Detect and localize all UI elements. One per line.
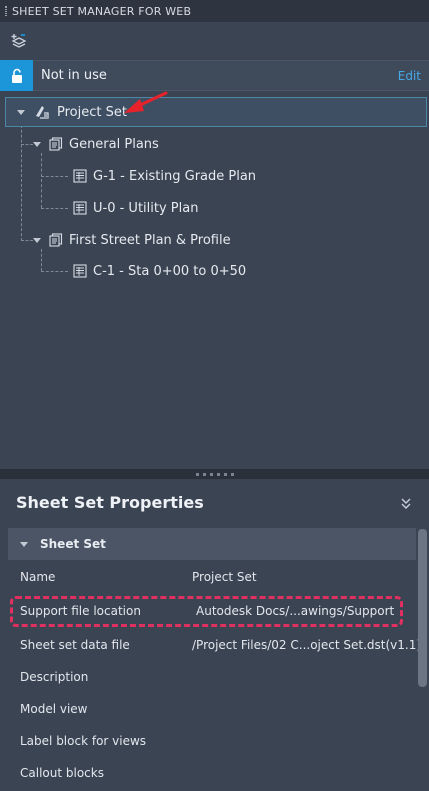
tree-connector <box>41 153 42 208</box>
property-row[interactable]: Name Project Set <box>0 561 418 593</box>
tree-sheet-g1[interactable]: G-1 - Existing Grade Plan <box>73 161 256 191</box>
subset-label: General Plans <box>69 136 159 152</box>
property-name: Description <box>20 670 89 684</box>
property-row[interactable]: Label block for views <box>0 725 418 757</box>
property-row[interactable]: Sheet set data file /Project Files/02 C.… <box>0 629 421 661</box>
sheet-label: C-1 - Sta 0+00 to 0+50 <box>93 263 247 279</box>
tree-subset-general-plans[interactable]: General Plans <box>33 129 159 159</box>
tree-connector <box>41 176 68 177</box>
property-value[interactable]: /Project Files/02 C...oject Set.dst(v1.1… <box>192 629 421 661</box>
title-bar: SHEET SET MANAGER FOR WEB <box>0 0 429 22</box>
tree-connector <box>21 115 22 241</box>
property-name: Name <box>20 570 56 584</box>
tree-connector <box>41 208 68 209</box>
subset-folder-icon <box>49 233 63 247</box>
sheet-label: G-1 - Existing Grade Plan <box>93 168 257 184</box>
sheet-set-icon <box>36 106 49 119</box>
property-value[interactable]: Autodesk Docs/...awings/Support <box>196 595 394 627</box>
properties-title: Sheet Set Properties <box>16 493 204 512</box>
expand-arrow-icon[interactable] <box>33 237 41 243</box>
property-name: Support file location <box>20 604 141 618</box>
property-name: Model view <box>20 702 88 716</box>
pointer-arrow-icon <box>124 91 168 113</box>
sheet-tree: Project Set General Plans G-1 - Existing… <box>0 91 429 469</box>
unlock-icon <box>0 60 33 91</box>
toolbar <box>0 22 429 60</box>
panel-title: SHEET SET MANAGER FOR WEB <box>12 4 192 18</box>
tree-connector <box>21 240 33 241</box>
tree-sheet-c1[interactable]: C-1 - Sta 0+00 to 0+50 <box>73 256 246 286</box>
collapse-chevrons-icon[interactable] <box>397 495 415 513</box>
property-value[interactable]: Project Set <box>192 561 257 593</box>
sheet-icon <box>73 169 87 183</box>
sheet-icon <box>73 201 87 215</box>
sheet-label: U-0 - Utility Plan <box>93 200 199 216</box>
tree-subset-first-street[interactable]: First Street Plan & Profile <box>33 225 231 255</box>
property-row[interactable]: Support file location Autodesk Docs/...a… <box>0 595 418 627</box>
tree-root-project-set[interactable]: Project Set <box>5 97 427 127</box>
section-header-sheet-set[interactable]: Sheet Set <box>8 528 416 560</box>
expand-arrow-icon[interactable] <box>33 141 41 147</box>
property-name: Callout blocks <box>20 766 104 780</box>
lock-status-bar: Not in use Edit <box>0 60 429 91</box>
expand-arrow-icon[interactable] <box>17 109 25 115</box>
section-collapse-icon[interactable] <box>20 541 28 547</box>
property-name: Sheet set data file <box>20 638 130 652</box>
new-sheet-set-icon[interactable] <box>8 30 30 52</box>
property-row[interactable]: Description <box>0 661 418 693</box>
drag-handle-icon[interactable] <box>0 0 12 22</box>
lock-status-text: Not in use <box>41 68 107 83</box>
subset-folder-icon <box>49 137 63 151</box>
property-row[interactable]: Model view <box>0 693 418 725</box>
tree-connector <box>41 271 68 272</box>
tree-root-label: Project Set <box>57 104 127 120</box>
properties-panel: Sheet Set Properties Sheet Set Name Proj… <box>0 479 429 791</box>
section-title: Sheet Set <box>40 537 106 551</box>
edit-link[interactable]: Edit <box>398 69 421 83</box>
tree-connector <box>21 144 33 145</box>
property-row[interactable]: Callout blocks <box>0 757 418 789</box>
tree-sheet-u0[interactable]: U-0 - Utility Plan <box>73 193 198 223</box>
panel-splitter[interactable] <box>0 469 429 479</box>
sheet-icon <box>73 264 87 278</box>
subset-label: First Street Plan & Profile <box>69 232 231 248</box>
property-name: Label block for views <box>20 734 147 748</box>
properties-scrollbar[interactable] <box>418 529 427 687</box>
